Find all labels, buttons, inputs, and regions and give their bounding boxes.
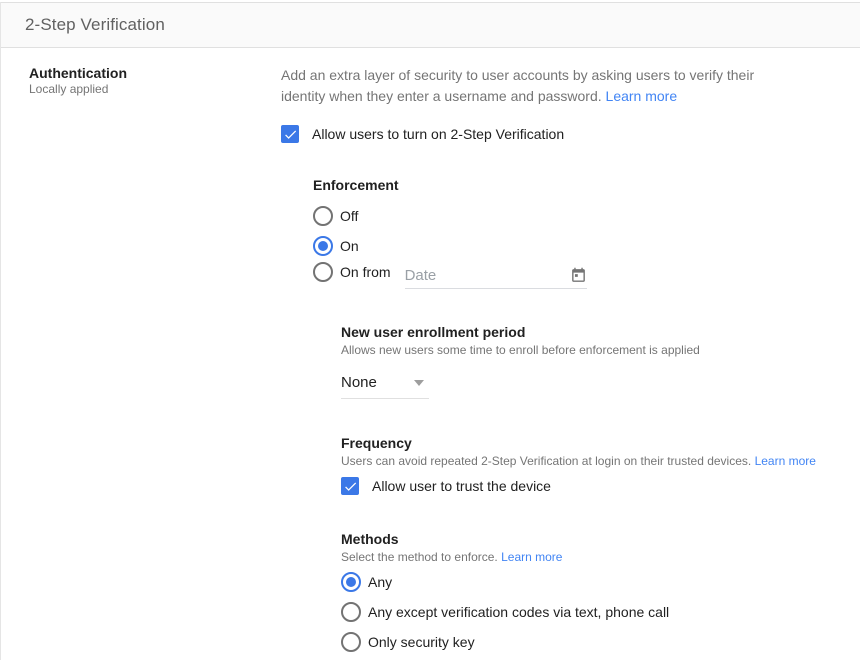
allow-2sv-row: Allow users to turn on 2-Step Verificati… <box>281 124 860 144</box>
checkmark-icon <box>283 127 298 142</box>
enrollment-heading: New user enrollment period <box>341 324 860 340</box>
radio-on-label[interactable]: On <box>340 238 359 254</box>
frequency-heading: Frequency <box>341 435 860 451</box>
setting-label-column: Authentication Locally applied <box>1 48 281 660</box>
enforcement-option-off: Off <box>313 206 860 226</box>
allow-2sv-label[interactable]: Allow users to turn on 2-Step Verificati… <box>312 126 564 142</box>
radio-any-label[interactable]: Any <box>368 574 392 590</box>
radio-off-label[interactable]: Off <box>340 208 358 224</box>
radio-any[interactable] <box>341 572 361 592</box>
methods-learn-more-link[interactable]: Learn more <box>501 550 562 564</box>
radio-any-except[interactable] <box>341 602 361 622</box>
date-field <box>405 267 587 289</box>
intro-description: Add an extra layer of security to user a… <box>281 65 786 107</box>
method-option-any: Any <box>341 572 860 592</box>
radio-on[interactable] <box>313 236 333 256</box>
checkmark-icon <box>343 479 358 494</box>
calendar-icon[interactable] <box>570 267 587 284</box>
allow-2sv-checkbox[interactable] <box>281 125 299 143</box>
frequency-description-text: Users can avoid repeated 2-Step Verifica… <box>341 454 751 468</box>
radio-on-from-label[interactable]: On from <box>340 264 391 280</box>
nested-sections: New user enrollment period Allows new us… <box>341 324 860 652</box>
method-option-security-key: Only security key <box>341 632 860 652</box>
setting-detail-column: Add an extra layer of security to user a… <box>281 48 860 660</box>
enrollment-period-section: New user enrollment period Allows new us… <box>341 324 860 399</box>
trust-device-checkbox[interactable] <box>341 477 359 495</box>
panel-header: 2-Step Verification <box>1 2 860 48</box>
dropdown-arrow-icon <box>414 380 424 386</box>
methods-section: Methods Select the method to enforce. Le… <box>341 531 860 652</box>
trust-device-row: Allow user to trust the device <box>341 476 860 496</box>
intro-text: Add an extra layer of security to user a… <box>281 67 754 104</box>
panel-body: Authentication Locally applied Add an ex… <box>1 48 860 660</box>
enrollment-period-value: None <box>341 374 377 391</box>
enrollment-period-dropdown[interactable]: None <box>341 374 429 399</box>
frequency-description: Users can avoid repeated 2-Step Verifica… <box>341 454 860 468</box>
methods-description-text: Select the method to enforce. <box>341 550 498 564</box>
radio-on-from[interactable] <box>313 262 333 282</box>
radio-any-except-label[interactable]: Any except verification codes via text, … <box>368 604 669 620</box>
methods-heading: Methods <box>341 531 860 547</box>
methods-options: Any Any except verification codes via te… <box>341 572 860 652</box>
trust-device-label[interactable]: Allow user to trust the device <box>372 478 551 494</box>
enforcement-option-on-from: On from <box>313 262 860 282</box>
method-option-any-except: Any except verification codes via text, … <box>341 602 860 622</box>
two-step-verification-settings: 2-Step Verification Authentication Local… <box>0 0 860 660</box>
page-title: 2-Step Verification <box>25 15 165 35</box>
settings-card: 2-Step Verification Authentication Local… <box>0 2 860 660</box>
enforcement-option-on: On <box>313 236 860 256</box>
setting-name: Authentication <box>29 65 281 81</box>
radio-security-key-label[interactable]: Only security key <box>368 634 475 650</box>
frequency-section: Frequency Users can avoid repeated 2-Ste… <box>341 435 860 496</box>
methods-description: Select the method to enforce. Learn more <box>341 550 860 564</box>
enforcement-section: Enforcement Off On On from <box>313 177 860 282</box>
enrollment-description: Allows new users some time to enroll bef… <box>341 343 860 357</box>
radio-off[interactable] <box>313 206 333 226</box>
intro-learn-more-link[interactable]: Learn more <box>606 88 678 104</box>
frequency-learn-more-link[interactable]: Learn more <box>755 454 816 468</box>
enforcement-heading: Enforcement <box>313 177 860 193</box>
setting-scope: Locally applied <box>29 82 281 97</box>
radio-security-key[interactable] <box>341 632 361 652</box>
date-input[interactable] <box>405 267 562 284</box>
